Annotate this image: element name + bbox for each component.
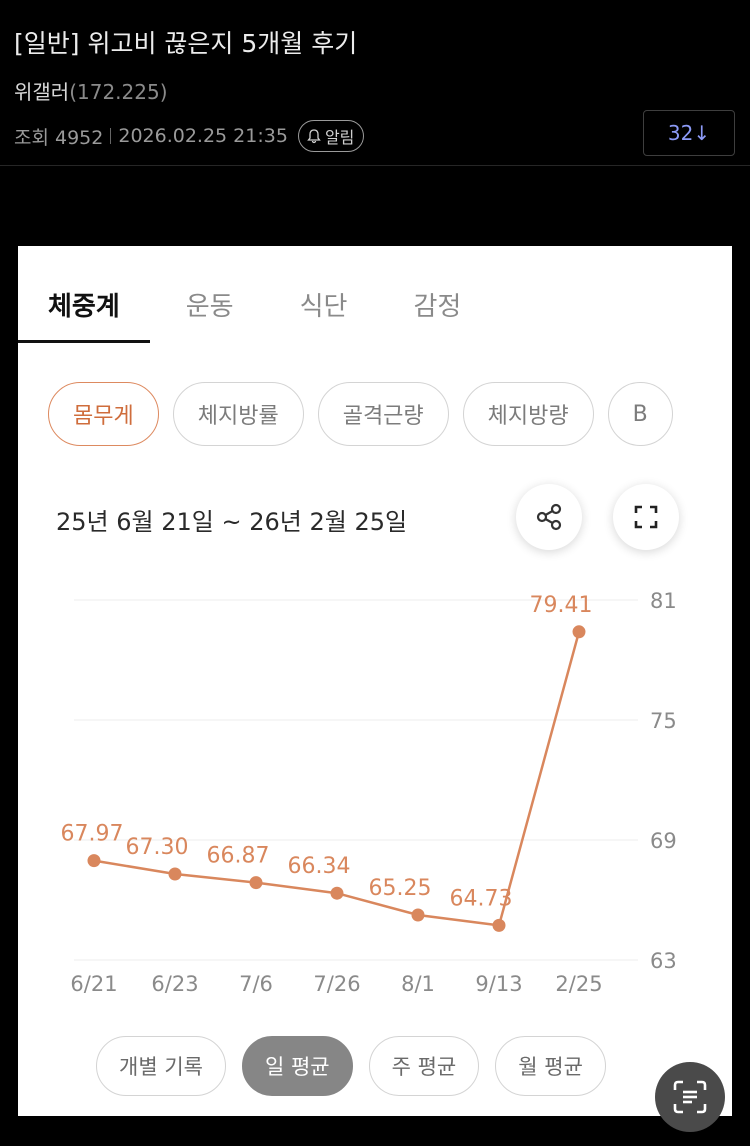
date-range: 25년 6월 21일 ~ 26년 2월 25일 [56,508,408,536]
author-name[interactable]: 위갤러 [14,80,69,104]
data-point [168,867,182,881]
y-tick-label: 75 [650,709,677,733]
metric-chips: 몸무게 체지방률 골격근량 체지방량 B [48,382,673,446]
share-icon [536,503,562,531]
view-weekly-average[interactable]: 주 평균 [368,1036,480,1096]
tab-diet[interactable]: 식단 [300,286,348,343]
tab-scale[interactable]: 체중계 [18,286,150,343]
x-tick-label: 9/13 [475,972,522,996]
tab-exercise[interactable]: 운동 [186,286,234,343]
data-label: 79.41 [530,593,593,618]
x-tick-label: 6/21 [70,972,117,996]
alarm-button[interactable]: 알림 [297,120,365,152]
x-tick-label: 2/25 [555,972,602,996]
chip-weight[interactable]: 몸무게 [48,382,159,446]
alarm-label: 알림 [324,128,355,147]
view-monthly-average[interactable]: 월 평균 [495,1036,606,1096]
y-tick-label: 81 [650,589,677,613]
chip-more[interactable]: B [607,382,673,446]
meta-divider [110,128,112,144]
data-label: 67.97 [61,822,124,847]
chip-body-fat-mass[interactable]: 체지방량 [462,382,594,446]
view-individual[interactable]: 개별 기록 [96,1036,226,1096]
fullscreen-button[interactable] [613,484,679,550]
data-label: 67.30 [126,835,189,860]
x-tick-label: 7/6 [239,972,273,996]
author-ip: (172.225) [69,80,168,104]
data-point [330,886,344,900]
text-scan-icon [673,1080,707,1114]
data-point [492,918,506,932]
y-tick-label: 69 [650,829,677,853]
x-tick-label: 7/26 [313,972,360,996]
view-count: 조회 4952 [14,126,104,149]
comment-count-button[interactable]: 32↓ [643,110,735,156]
text-scan-button[interactable] [655,1062,725,1132]
share-button[interactable] [516,484,582,550]
author-line: 위갤러(172.225) [14,76,168,105]
data-label: 66.34 [288,854,351,879]
tab-emotion[interactable]: 감정 [413,286,461,343]
data-point [411,908,425,922]
x-tick-label: 6/23 [151,972,198,996]
post-title: [일반] 위고비 끊은지 5개월 후기 [14,29,358,58]
x-tick-label: 8/1 [401,972,435,996]
post-datetime: 2026.02.25 21:35 [118,125,288,147]
aggregation-buttons: 개별 기록 일 평균 주 평균 월 평균 [96,1036,606,1096]
data-label: 64.73 [450,886,513,911]
fullscreen-icon [634,505,658,529]
data-point [87,854,101,868]
view-daily-average[interactable]: 일 평균 [241,1036,353,1096]
data-label: 66.87 [207,844,270,869]
post-header: [일반] 위고비 끊은지 5개월 후기 위갤러(172.225) 조회 4952… [0,0,750,166]
tab-bar: 체중계 운동 식단 감정 [18,286,527,343]
data-label: 65.25 [369,876,432,901]
weight-line-chart: 81 75 69 63 67.97 6/21 67.30 6/23 66.87 7/6 66.34 7… [61,589,677,996]
data-point [572,625,586,639]
post-meta: 조회 4952 2026.02.25 21:35 알림 [14,120,365,152]
data-point [249,876,263,890]
bell-icon [307,129,321,144]
y-tick-label: 63 [650,949,677,973]
app-screenshot: 체중계 운동 식단 감정 몸무게 체지방률 골격근량 체지방량 B 25년 6월… [18,246,732,1116]
chip-body-fat-rate[interactable]: 체지방률 [172,382,304,446]
chip-muscle-mass[interactable]: 골격근량 [317,382,449,446]
series-line [93,631,581,927]
